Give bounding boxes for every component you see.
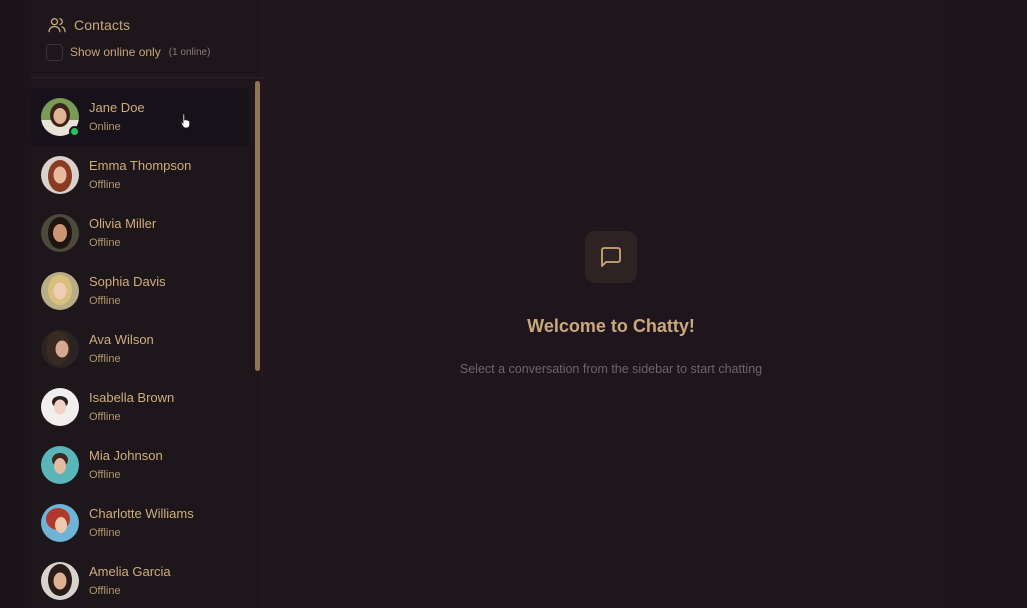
avatar [41, 272, 79, 310]
contact-status: Offline [89, 295, 121, 307]
avatar [41, 388, 79, 426]
contact-name: Mia Johnson [89, 448, 163, 463]
scrollbar-thumb[interactable] [255, 81, 260, 371]
contact-list: Jane Doe Online Emma Thompson Offline Ol… [31, 88, 253, 608]
sidebar-scrollbar[interactable] [254, 78, 262, 608]
contact-item[interactable]: Amelia Garcia Offline [31, 552, 249, 608]
show-online-label: Show online only [70, 45, 161, 59]
avatar [41, 446, 79, 484]
contacts-title: Contacts [74, 17, 131, 33]
contact-text: Isabella Brown Offline [89, 390, 174, 424]
chat-app: Contacts Show online only (1 online) Jan… [0, 0, 1027, 608]
contact-name: Charlotte Williams [89, 506, 194, 521]
avatar [41, 214, 79, 252]
contact-status: Offline [89, 353, 121, 365]
contacts-title-row: Contacts [47, 14, 130, 36]
contact-text: Charlotte Williams Offline [89, 506, 194, 540]
contact-item[interactable]: Isabella Brown Offline [31, 378, 249, 436]
contact-name: Ava Wilson [89, 332, 154, 347]
contact-name: Sophia Davis [89, 274, 166, 289]
contact-status: Offline [89, 527, 121, 539]
contact-item[interactable]: Olivia Miller Offline [31, 204, 249, 262]
online-count: (1 online) [168, 46, 211, 58]
contact-item[interactable]: Sophia Davis Offline [31, 262, 249, 320]
show-online-filter[interactable]: Show online only (1 online) [46, 43, 210, 61]
contact-item[interactable]: Jane Doe Online [31, 88, 249, 146]
contact-status: Offline [89, 411, 121, 423]
contact-status: Offline [89, 237, 121, 249]
online-indicator [69, 126, 80, 137]
contact-text: Jane Doe Online [89, 100, 145, 134]
show-online-checkbox[interactable] [46, 43, 63, 61]
pointer-cursor-icon [180, 113, 192, 129]
contact-item[interactable]: Charlotte Williams Offline [31, 494, 249, 552]
contact-item[interactable]: Ava Wilson Offline [31, 320, 249, 378]
avatar [41, 504, 79, 542]
contact-text: Emma Thompson Offline [89, 158, 191, 192]
avatar [41, 98, 80, 137]
welcome-title: Welcome to Chatty! [527, 316, 695, 336]
right-gutter [950, 0, 1027, 608]
contact-name: Isabella Brown [89, 390, 175, 405]
contact-text: Olivia Miller Offline [89, 216, 156, 250]
contact-name: Amelia Garcia [89, 564, 171, 579]
left-gutter [0, 0, 31, 608]
contact-item[interactable]: Emma Thompson Offline [31, 146, 249, 204]
avatar [41, 156, 79, 194]
contact-status: Offline [89, 469, 121, 481]
welcome-subtitle: Select a conversation from the sidebar t… [459, 362, 763, 376]
contact-name: Olivia Miller [89, 216, 157, 231]
avatar [41, 562, 79, 600]
contact-text: Mia Johnson Offline [89, 448, 163, 482]
contact-text: Sophia Davis Offline [89, 274, 166, 308]
chat-main-area: Welcome to Chatty! Select a conversation… [263, 0, 950, 608]
contact-text: Ava Wilson Offline [89, 332, 154, 366]
users-icon [47, 15, 67, 35]
contacts-sidebar: Contacts Show online only (1 online) Jan… [31, 0, 263, 608]
contact-item[interactable]: Mia Johnson Offline [31, 436, 249, 494]
contact-status: Offline [89, 179, 121, 191]
message-square-icon [585, 231, 637, 283]
contact-status: Online [89, 121, 121, 133]
contact-text: Amelia Garcia Offline [89, 564, 171, 598]
contact-name: Emma Thompson [89, 158, 192, 173]
sidebar-header: Contacts Show online only (1 online) [31, 0, 263, 78]
avatar [41, 330, 79, 368]
contact-status: Offline [89, 585, 121, 597]
contact-name: Jane Doe [89, 100, 145, 115]
